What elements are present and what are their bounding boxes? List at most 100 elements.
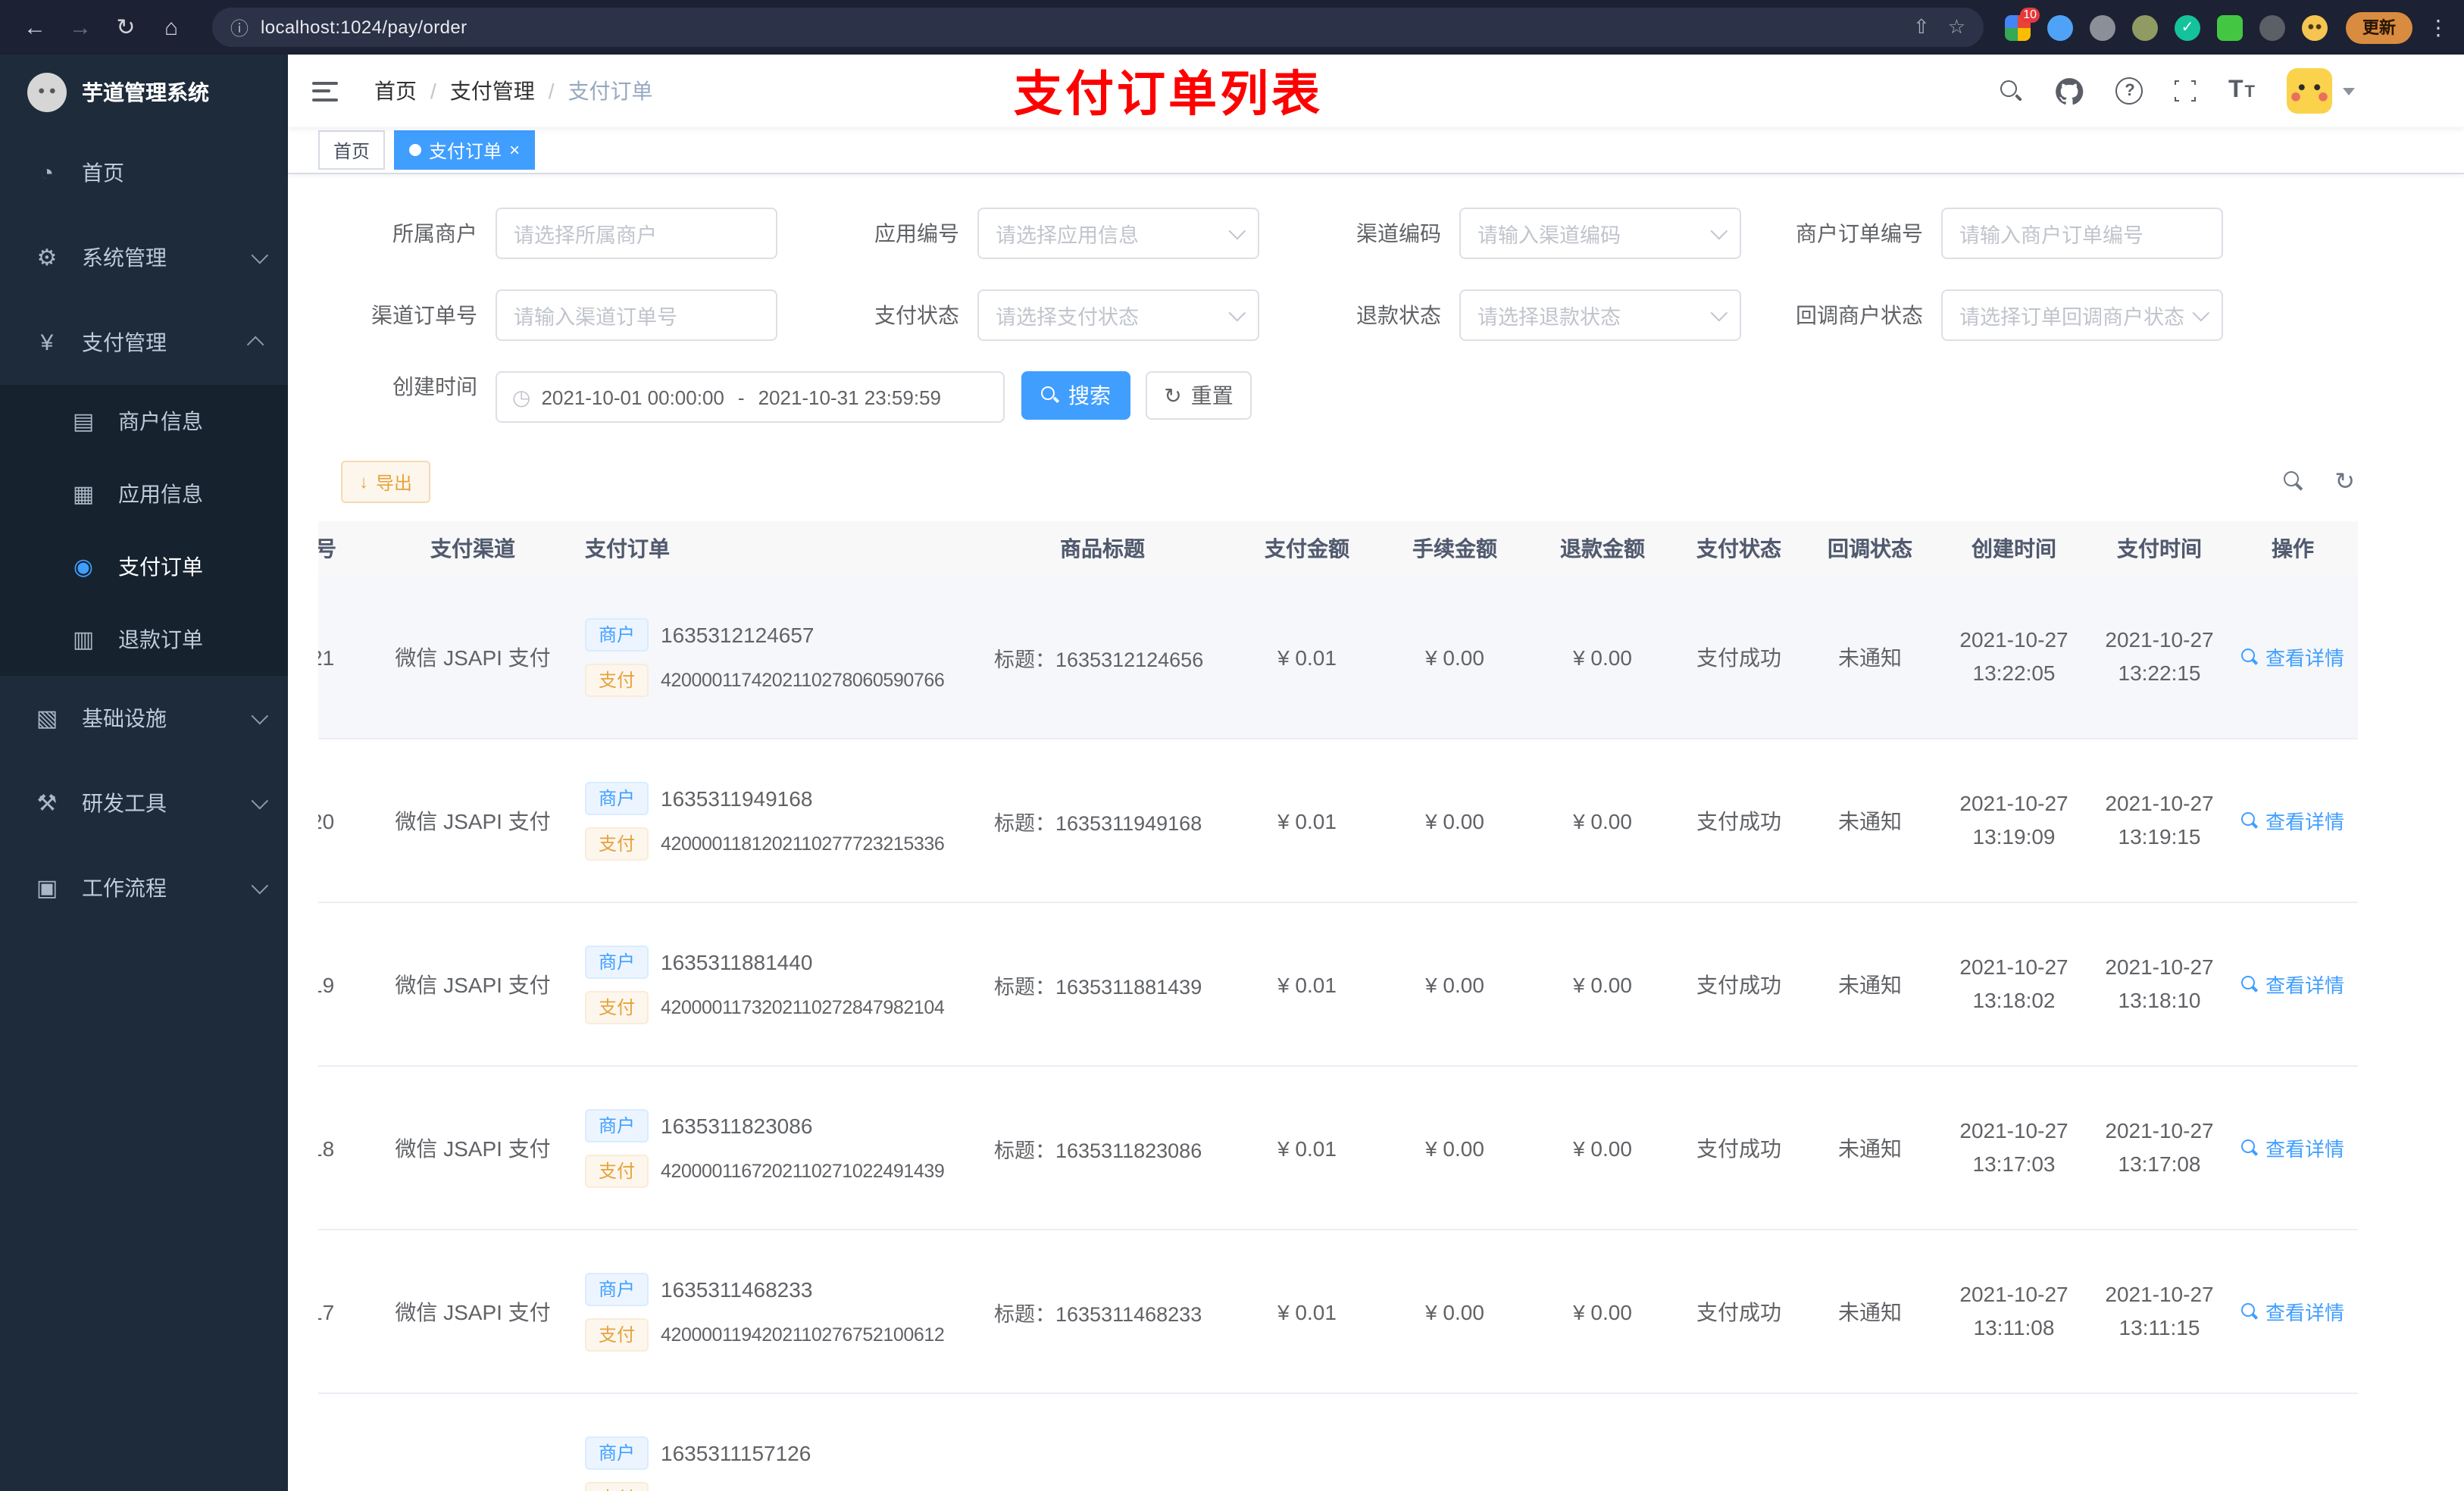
date-start: 2021-10-01 00:00:00 xyxy=(541,386,724,408)
breadcrumb-home[interactable]: 首页 xyxy=(374,76,417,106)
view-detail-link[interactable]: 查看详情 xyxy=(2240,970,2344,999)
breadcrumb-payment[interactable]: 支付管理 xyxy=(450,76,535,106)
merchant-tag: 商户 xyxy=(585,945,649,978)
filter-form-row-3: 创建时间 ◷ 2021-10-01 00:00:00 - 2021-10-31 … xyxy=(288,371,2464,423)
merchant-order-input[interactable]: 请输入商户订单编号 xyxy=(1941,208,2223,259)
extension-gray-icon[interactable] xyxy=(2090,14,2115,40)
table-header: 编号 支付渠道 支付订单 商品标题 支付金额 手续金额 退款金额 支付状态 回调… xyxy=(318,521,2358,576)
browser-reload-button[interactable]: ↻ xyxy=(106,8,145,47)
filter-form-row-1: 所属商户 请选择所属商户 应用编号 请选择应用信息 渠道编码 请输入渠道编码 商… xyxy=(288,208,2464,259)
refund-status-select[interactable]: 请选择退款状态 xyxy=(1459,289,1741,341)
workflow-icon: ▣ xyxy=(36,876,58,902)
app-select[interactable]: 请选择应用信息 xyxy=(977,208,1259,259)
reset-button[interactable]: ↻ 重置 xyxy=(1146,371,1252,420)
logo-avatar xyxy=(27,73,67,112)
extension-drop-icon[interactable] xyxy=(2047,14,2073,40)
extensions-area: 10 ✓ xyxy=(2005,7,2328,40)
extension-pin-icon[interactable] xyxy=(2259,14,2285,40)
sidebar-item-payment[interactable]: ¥ 支付管理 xyxy=(0,300,288,385)
filter-label: 商户订单编号 xyxy=(1796,221,1923,245)
extension-green-icon[interactable] xyxy=(2217,14,2243,40)
browser-menu-icon[interactable]: ⋮ xyxy=(2428,14,2449,40)
close-icon[interactable]: × xyxy=(509,141,520,159)
yen-icon: ¥ xyxy=(40,330,54,355)
sidebar-item-workflow[interactable]: ▣ 工作流程 xyxy=(0,846,288,930)
help-icon[interactable]: ? xyxy=(2115,77,2143,105)
browser-forward-button[interactable]: → xyxy=(61,8,100,47)
avatar[interactable] xyxy=(2287,68,2332,114)
chevron-down-icon xyxy=(2192,304,2210,322)
pay-tag: 支付 xyxy=(585,1154,649,1187)
share-icon[interactable]: ⇧ xyxy=(1913,15,1930,39)
refund-doc-icon: ▥ xyxy=(72,627,95,653)
extension-check-icon[interactable]: ✓ xyxy=(2175,14,2200,40)
search-button[interactable]: 搜索 xyxy=(1021,371,1130,420)
search-icon xyxy=(2240,648,2259,666)
page-title: 支付订单列表 xyxy=(1014,67,1324,121)
notify-status-select[interactable]: 请选择订单回调商户状态 xyxy=(1941,289,2223,341)
sidebar-item-infra[interactable]: ▧ 基础设施 xyxy=(0,676,288,761)
browser-back-button[interactable]: ← xyxy=(15,8,55,47)
sidebar-item-refund-order[interactable]: ▥ 退款订单 xyxy=(0,603,288,676)
filter-label: 回调商户状态 xyxy=(1796,303,1923,327)
view-detail-link[interactable]: 查看详情 xyxy=(2240,642,2344,671)
extensions-grid-icon[interactable]: 10 xyxy=(2005,7,2040,40)
pay-tag: 支付 xyxy=(585,990,649,1024)
browser-update-button[interactable]: 更新 xyxy=(2346,11,2412,43)
filter-label: 渠道编码 xyxy=(1356,221,1441,245)
tab-home[interactable]: 首页 xyxy=(318,130,386,170)
pay-status-select[interactable]: 请选择支付状态 xyxy=(977,289,1259,341)
create-time-range-picker[interactable]: ◷ 2021-10-01 00:00:00 - 2021-10-31 23:59… xyxy=(496,371,1005,423)
tab-pay-order[interactable]: 支付订单 × xyxy=(394,130,536,170)
bookmark-star-icon[interactable]: ☆ xyxy=(1948,15,1965,39)
sidebar-item-merchant-info[interactable]: ▤ 商户信息 xyxy=(0,385,288,458)
tags-view: 首页 支付订单 × xyxy=(288,127,2464,174)
table-row: 18 微信 JSAPI 支付 商户1635311823086 支付4200001… xyxy=(318,1067,2358,1230)
user-menu[interactable] xyxy=(2287,68,2355,114)
download-icon: ↓ xyxy=(359,471,368,492)
search-icon xyxy=(2240,975,2259,993)
export-button[interactable]: ↓ 导出 xyxy=(341,461,431,503)
github-icon[interactable] xyxy=(2056,77,2084,105)
filter-label: 支付状态 xyxy=(874,303,959,327)
filter-label: 应用编号 xyxy=(874,221,959,245)
pay-tag: 支付 xyxy=(585,663,649,696)
pay-tag: 支付 xyxy=(585,1318,649,1351)
sidebar: 芋道管理系统 ◔ 首页 ⚙ 系统管理 ¥ 支付管理 ▤ 商户信息 ▦ 应用信息 … xyxy=(0,55,288,1491)
browser-home-button[interactable]: ⌂ xyxy=(152,8,191,47)
sidebar-item-app-info[interactable]: ▦ 应用信息 xyxy=(0,458,288,530)
site-info-icon[interactable]: ⓘ xyxy=(230,14,249,40)
pay-tag: 支付 xyxy=(585,827,649,860)
view-detail-link[interactable]: 查看详情 xyxy=(2240,806,2344,835)
address-bar[interactable]: ⓘ localhost:1024/pay/order ⇧ ☆ xyxy=(212,8,1984,47)
page: ← → ↻ ⌂ ⓘ localhost:1024/pay/order ⇧ ☆ 1… xyxy=(0,0,2464,1491)
clock-icon: ◷ xyxy=(512,384,531,408)
font-size-icon[interactable]: TT xyxy=(2228,77,2255,105)
sidebar-item-pay-order[interactable]: ◉ 支付订单 xyxy=(0,530,288,603)
view-detail-link[interactable]: 查看详情 xyxy=(2240,1133,2344,1162)
fullscreen-icon[interactable] xyxy=(2172,77,2200,105)
sidebar-toggle-icon[interactable] xyxy=(312,81,338,101)
app-grid-icon: ▦ xyxy=(72,482,95,508)
channel-order-input[interactable]: 请输入渠道订单号 xyxy=(496,289,777,341)
merchant-select[interactable]: 请选择所属商户 xyxy=(496,208,777,259)
chevron-down-icon xyxy=(1228,222,1246,240)
chevron-down-icon xyxy=(251,792,269,810)
refresh-icon[interactable]: ↻ xyxy=(2334,467,2355,497)
profile-avatar-icon[interactable] xyxy=(2302,14,2328,40)
channel-code-select[interactable]: 请输入渠道编码 xyxy=(1459,208,1741,259)
view-detail-link[interactable]: 查看详情 xyxy=(2240,1297,2344,1326)
table-row: 21 微信 JSAPI 支付 商户1635312124657 支付4200001… xyxy=(318,576,2358,739)
sidebar-item-devtools[interactable]: ⚒ 研发工具 xyxy=(0,761,288,846)
chevron-down-icon xyxy=(1228,304,1246,322)
extension-olive-icon[interactable] xyxy=(2132,14,2158,40)
toggle-search-icon[interactable] xyxy=(2283,471,2304,492)
dashboard-icon: ◔ xyxy=(39,160,55,186)
chevron-down-icon xyxy=(251,246,269,264)
sidebar-item-home[interactable]: ◔ 首页 xyxy=(0,130,288,215)
sidebar-item-system[interactable]: ⚙ 系统管理 xyxy=(0,215,288,300)
app-logo[interactable]: 芋道管理系统 xyxy=(0,55,288,130)
search-icon xyxy=(2240,1302,2259,1321)
merchant-tag: 商户 xyxy=(585,1272,649,1305)
search-icon[interactable] xyxy=(2000,80,2024,102)
